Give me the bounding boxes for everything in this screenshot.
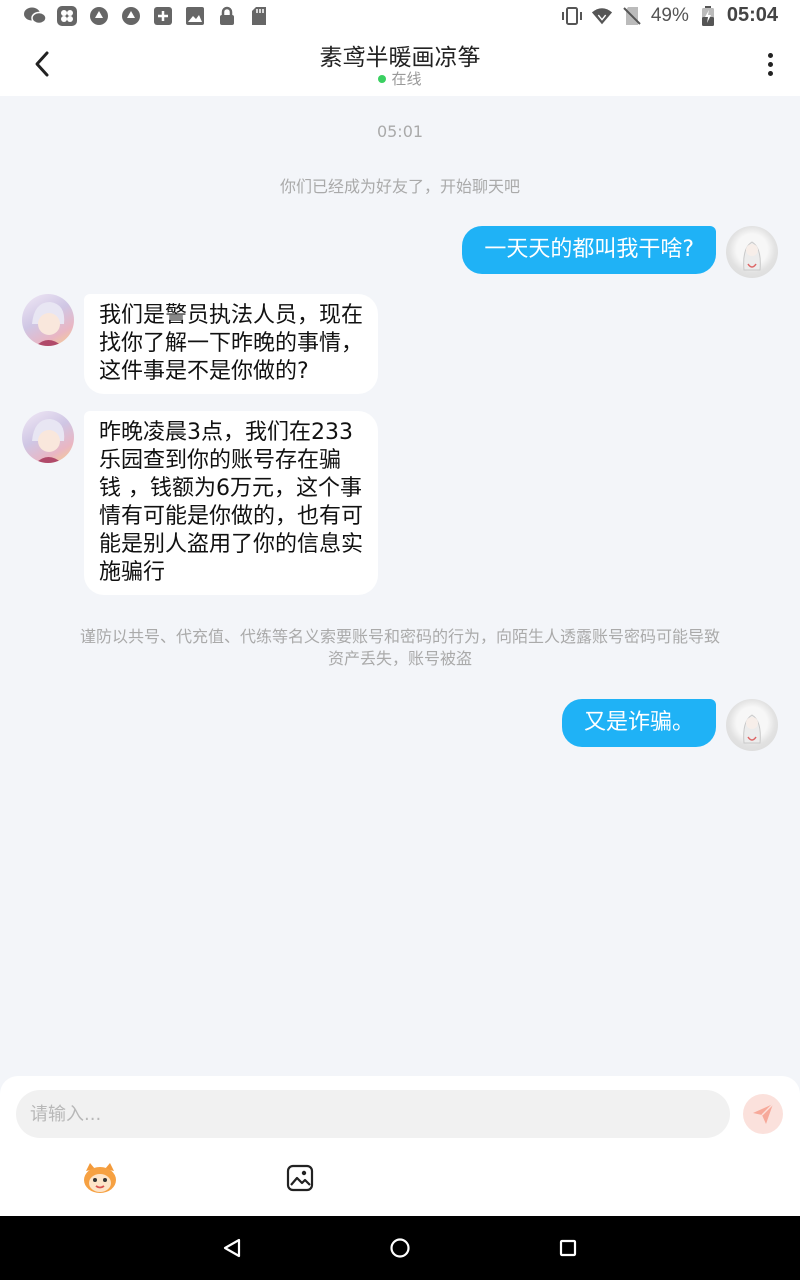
message-input[interactable]	[16, 1090, 730, 1138]
app-grid-icon	[56, 5, 78, 27]
outgoing-message-bubble[interactable]: 又是诈骗。	[561, 699, 716, 747]
battery-charging-icon	[697, 5, 719, 27]
more-options-button[interactable]	[758, 46, 782, 82]
square-recents-icon	[559, 1239, 577, 1257]
contact-name: 素鸢半暖画凉筝	[319, 45, 481, 71]
emoji-button[interactable]	[80, 1158, 120, 1198]
battery-percent: 49%	[650, 4, 689, 26]
vibrate-icon	[561, 5, 583, 27]
circle-home-icon	[390, 1238, 410, 1258]
send-button[interactable]	[743, 1094, 783, 1134]
no-sim-icon	[621, 5, 643, 27]
message-composer	[0, 1076, 800, 1216]
image-icon	[184, 5, 206, 27]
sd-card-icon	[248, 5, 270, 27]
lock-icon	[216, 5, 238, 27]
status-bar: 49% 05:04	[0, 0, 800, 32]
my-avatar[interactable]	[726, 699, 778, 751]
online-dot-icon	[378, 74, 387, 83]
chat-header: 素鸢半暖画凉筝 在线	[0, 32, 800, 96]
send-icon	[753, 1103, 774, 1124]
online-status-label: 在线	[391, 70, 422, 88]
my-avatar[interactable]	[726, 226, 778, 278]
avatar-illustration	[743, 714, 761, 744]
nav-home-button[interactable]	[384, 1232, 416, 1264]
image-picker-button[interactable]	[280, 1158, 320, 1198]
avatar-illustration	[743, 241, 761, 271]
image-icon	[286, 1164, 314, 1192]
notification-icons	[24, 5, 270, 27]
sync-icon	[88, 5, 110, 27]
incoming-message-bubble[interactable]: 昨晚凌晨3点，我们在233 乐园查到你的账号存在骗 钱 ，钱额为6万元，这个事 …	[84, 411, 379, 595]
add-box-icon	[152, 5, 174, 27]
emoji-mascot-icon	[84, 1163, 116, 1193]
contact-avatar[interactable]	[22, 411, 74, 463]
avatar-illustration	[32, 302, 65, 346]
friend-added-notice: 你们已经成为好友了，开始聊天吧	[279, 177, 520, 196]
sync-icon	[120, 5, 142, 27]
incoming-message-bubble[interactable]: 我们是警员执法人员，现在 找你了解一下昨晚的事情， 这件事是不是你做的?	[84, 294, 379, 394]
chat-messages[interactable]: 05:01 你们已经成为好友了，开始聊天吧 一天天的都叫我干啥? 我们是警员执法…	[0, 96, 800, 1076]
online-status: 在线	[0, 68, 800, 89]
more-dots-icon	[767, 52, 773, 58]
outgoing-message-bubble[interactable]: 一天天的都叫我干啥?	[462, 226, 716, 274]
wifi-icon	[591, 5, 613, 27]
system-navigation-bar	[0, 1216, 800, 1280]
contact-avatar[interactable]	[22, 294, 74, 346]
nav-back-button[interactable]	[216, 1232, 248, 1264]
wechat-icon	[24, 5, 46, 27]
avatar-illustration	[32, 419, 65, 463]
security-warning: 谨防以共号、代充值、代练等名义索要账号和密码的行为，向陌生人透露账号密码可能导致…	[79, 627, 720, 668]
triangle-back-icon	[223, 1238, 241, 1258]
nav-recents-button[interactable]	[552, 1232, 584, 1264]
message-timestamp: 05:01	[376, 122, 424, 141]
clock: 05:04	[726, 4, 778, 26]
system-indicators: 49% 05:04	[561, 4, 778, 27]
